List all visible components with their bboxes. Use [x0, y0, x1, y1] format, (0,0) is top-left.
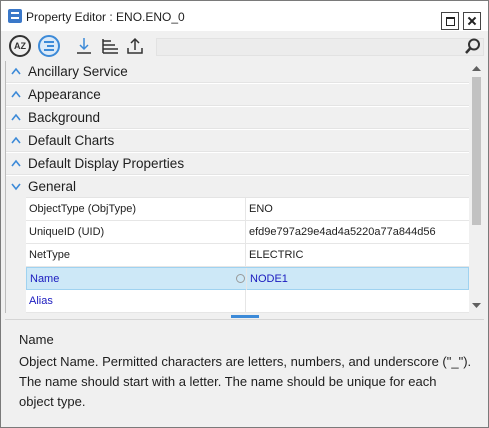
- chevron-down-icon[interactable]: [11, 181, 21, 191]
- scroll-down-icon[interactable]: [469, 298, 484, 313]
- property-row-alias[interactable]: Alias: [26, 290, 469, 313]
- property-grid: Ancillary Service Appearance Background …: [5, 61, 469, 313]
- column-divider[interactable]: [245, 290, 246, 312]
- category-label: Ancillary Service: [28, 64, 128, 79]
- property-name: NetType: [29, 249, 70, 261]
- chevron-up-icon[interactable]: [11, 112, 21, 122]
- search-input[interactable]: [156, 38, 484, 56]
- property-row-nettype[interactable]: NetType ELECTRIC: [26, 244, 469, 267]
- splitter-grip[interactable]: [231, 315, 259, 318]
- property-value[interactable]: efd9e797a29e4ad4a5220a77a844d56: [249, 226, 436, 238]
- description-text: Object Name. Permitted characters are le…: [19, 354, 472, 409]
- property-value[interactable]: ELECTRIC: [249, 249, 303, 261]
- category-label: General: [28, 179, 77, 194]
- tree-icon: [102, 39, 118, 54]
- title-bar: Property Editor : ENO.ENO_0: [1, 1, 488, 31]
- description-panel: Name Object Name. Permitted characters a…: [5, 319, 484, 424]
- download-icon: [77, 38, 91, 54]
- category-general[interactable]: General: [6, 176, 469, 198]
- property-name: UniqueID (UID): [29, 226, 105, 238]
- category-default-charts[interactable]: Default Charts: [6, 130, 469, 152]
- app-icon: [8, 9, 22, 23]
- scroll-thumb[interactable]: [472, 77, 481, 225]
- column-divider[interactable]: [245, 221, 246, 243]
- property-row-objecttype[interactable]: ObjectType (ObjType) ENO: [26, 198, 469, 221]
- category-label: Default Charts: [28, 133, 115, 148]
- categorized-icon: [44, 41, 54, 43]
- window-title: Property Editor : ENO.ENO_0: [26, 10, 185, 24]
- property-editor-window: Property Editor : ENO.ENO_0 AZ Ancillary…: [0, 0, 489, 428]
- property-row-name[interactable]: Name NODE1: [26, 267, 469, 290]
- category-default-display-properties[interactable]: Default Display Properties: [6, 153, 469, 175]
- category-ancillary-service[interactable]: Ancillary Service: [6, 61, 469, 83]
- category-background[interactable]: Background: [6, 107, 469, 129]
- chevron-up-icon[interactable]: [11, 89, 21, 99]
- hierarchy-button[interactable]: [99, 35, 121, 57]
- column-divider[interactable]: [245, 198, 246, 220]
- category-label: Default Display Properties: [28, 156, 185, 171]
- default-value-indicator-icon[interactable]: [236, 274, 245, 283]
- categorized-view-button[interactable]: [38, 35, 60, 57]
- import-button[interactable]: [73, 35, 95, 57]
- row-gutter: [6, 193, 26, 313]
- category-appearance[interactable]: Appearance: [6, 84, 469, 106]
- sort-alphabetical-button[interactable]: AZ: [9, 35, 31, 57]
- property-name: Name: [30, 273, 60, 285]
- chevron-up-icon[interactable]: [11, 135, 21, 145]
- column-divider[interactable]: [246, 268, 247, 290]
- chevron-up-icon[interactable]: [11, 66, 21, 76]
- description-title: Name: [19, 332, 54, 347]
- upload-icon: [127, 37, 143, 54]
- scroll-up-icon[interactable]: [469, 61, 484, 76]
- export-button[interactable]: [124, 35, 146, 57]
- vertical-scrollbar[interactable]: [469, 61, 484, 313]
- column-divider[interactable]: [245, 244, 246, 266]
- splitter[interactable]: [1, 314, 488, 318]
- search-icon[interactable]: [464, 38, 480, 54]
- maximize-button[interactable]: [441, 12, 459, 30]
- property-name: ObjectType (ObjType): [29, 203, 136, 215]
- property-name: Alias: [29, 295, 53, 307]
- toolbar: AZ: [1, 32, 488, 60]
- property-value[interactable]: ENO: [249, 203, 273, 215]
- category-label: Background: [28, 110, 101, 125]
- property-row-uniqueid[interactable]: UniqueID (UID) efd9e797a29e4ad4a5220a77a…: [26, 221, 469, 244]
- close-button[interactable]: [463, 12, 481, 30]
- chevron-up-icon[interactable]: [11, 158, 21, 168]
- category-label: Appearance: [28, 87, 101, 102]
- property-value[interactable]: NODE1: [250, 273, 288, 285]
